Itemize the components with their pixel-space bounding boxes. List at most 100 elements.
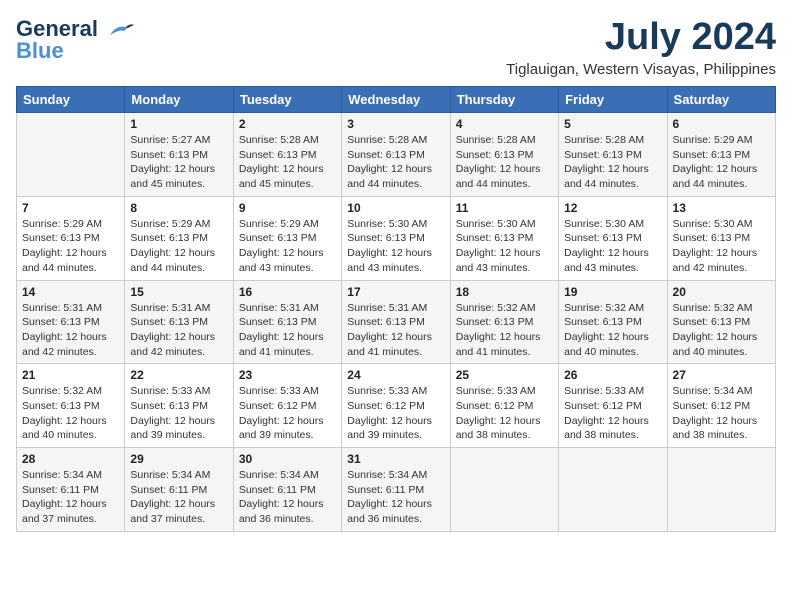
column-header-saturday: Saturday bbox=[667, 87, 775, 113]
day-number: 20 bbox=[673, 285, 770, 299]
calendar-cell bbox=[667, 448, 775, 532]
day-info: Sunrise: 5:34 AM Sunset: 6:11 PM Dayligh… bbox=[239, 468, 336, 527]
day-info: Sunrise: 5:27 AM Sunset: 6:13 PM Dayligh… bbox=[130, 133, 227, 192]
day-number: 3 bbox=[347, 117, 444, 131]
day-number: 29 bbox=[130, 452, 227, 466]
day-number: 27 bbox=[673, 368, 770, 382]
calendar-cell: 3 Sunrise: 5:28 AM Sunset: 6:13 PM Daylig… bbox=[342, 113, 450, 197]
day-number: 21 bbox=[22, 368, 119, 382]
day-info: Sunrise: 5:28 AM Sunset: 6:13 PM Dayligh… bbox=[564, 133, 661, 192]
column-header-monday: Monday bbox=[125, 87, 233, 113]
calendar-table: SundayMondayTuesdayWednesdayThursdayFrid… bbox=[16, 86, 776, 532]
day-number: 25 bbox=[456, 368, 553, 382]
calendar-week-row: 28 Sunrise: 5:34 AM Sunset: 6:11 PM Dayli… bbox=[17, 448, 776, 532]
day-info: Sunrise: 5:33 AM Sunset: 6:12 PM Dayligh… bbox=[347, 384, 444, 443]
day-info: Sunrise: 5:33 AM Sunset: 6:13 PM Dayligh… bbox=[130, 384, 227, 443]
day-number: 5 bbox=[564, 117, 661, 131]
day-number: 31 bbox=[347, 452, 444, 466]
day-info: Sunrise: 5:30 AM Sunset: 6:13 PM Dayligh… bbox=[673, 217, 770, 276]
day-number: 4 bbox=[456, 117, 553, 131]
calendar-cell bbox=[559, 448, 667, 532]
calendar-cell: 12Sunrise: 5:30 AM Sunset: 6:13 PM Dayli… bbox=[559, 196, 667, 280]
day-number: 13 bbox=[673, 201, 770, 215]
day-number: 10 bbox=[347, 201, 444, 215]
day-info: Sunrise: 5:28 AM Sunset: 6:13 PM Dayligh… bbox=[239, 133, 336, 192]
month-title: July 2024 bbox=[506, 16, 776, 59]
logo: General Blue bbox=[16, 16, 134, 64]
calendar-cell: 24 Sunrise: 5:33 AM Sunset: 6:12 PM Dayli… bbox=[342, 364, 450, 448]
calendar-cell: 6 Sunrise: 5:29 AM Sunset: 6:13 PM Daylig… bbox=[667, 113, 775, 197]
day-number: 19 bbox=[564, 285, 661, 299]
logo-subtext: Blue bbox=[16, 38, 64, 64]
day-info: Sunrise: 5:28 AM Sunset: 6:13 PM Dayligh… bbox=[347, 133, 444, 192]
calendar-cell: 8 Sunrise: 5:29 AM Sunset: 6:13 PM Daylig… bbox=[125, 196, 233, 280]
calendar-week-row: 14 Sunrise: 5:31 AM Sunset: 6:13 PM Dayli… bbox=[17, 280, 776, 364]
day-number: 26 bbox=[564, 368, 661, 382]
day-info: Sunrise: 5:29 AM Sunset: 6:13 PM Dayligh… bbox=[130, 217, 227, 276]
calendar-cell: 5 Sunrise: 5:28 AM Sunset: 6:13 PM Daylig… bbox=[559, 113, 667, 197]
day-info: Sunrise: 5:30 AM Sunset: 6:13 PM Dayligh… bbox=[564, 217, 661, 276]
calendar-cell: 25 Sunrise: 5:33 AM Sunset: 6:12 PM Dayli… bbox=[450, 364, 558, 448]
calendar-cell: 9Sunrise: 5:29 AM Sunset: 6:13 PM Daylig… bbox=[233, 196, 341, 280]
day-number: 17 bbox=[347, 285, 444, 299]
day-number: 8 bbox=[130, 201, 227, 215]
calendar-week-row: 21 Sunrise: 5:32 AM Sunset: 6:13 PM Dayli… bbox=[17, 364, 776, 448]
calendar-cell: 2 Sunrise: 5:28 AM Sunset: 6:13 PM Daylig… bbox=[233, 113, 341, 197]
day-info: Sunrise: 5:34 AM Sunset: 6:12 PM Dayligh… bbox=[673, 384, 770, 443]
day-info: Sunrise: 5:32 AM Sunset: 6:13 PM Dayligh… bbox=[673, 301, 770, 360]
day-info: Sunrise: 5:32 AM Sunset: 6:13 PM Dayligh… bbox=[564, 301, 661, 360]
calendar-cell: 21 Sunrise: 5:32 AM Sunset: 6:13 PM Dayli… bbox=[17, 364, 125, 448]
calendar-cell: 13 Sunrise: 5:30 AM Sunset: 6:13 PM Dayli… bbox=[667, 196, 775, 280]
day-number: 14 bbox=[22, 285, 119, 299]
day-info: Sunrise: 5:30 AM Sunset: 6:13 PM Dayligh… bbox=[456, 217, 553, 276]
location-title: Tiglauigan, Western Visayas, Philippines bbox=[506, 61, 776, 78]
calendar-cell: 19 Sunrise: 5:32 AM Sunset: 6:13 PM Dayli… bbox=[559, 280, 667, 364]
calendar-cell: 17 Sunrise: 5:31 AM Sunset: 6:13 PM Dayli… bbox=[342, 280, 450, 364]
day-info: Sunrise: 5:28 AM Sunset: 6:13 PM Dayligh… bbox=[456, 133, 553, 192]
day-info: Sunrise: 5:33 AM Sunset: 6:12 PM Dayligh… bbox=[456, 384, 553, 443]
page-header: General Blue July 2024 Tiglauigan, Weste… bbox=[16, 16, 776, 78]
day-info: Sunrise: 5:32 AM Sunset: 6:13 PM Dayligh… bbox=[22, 384, 119, 443]
day-number: 2 bbox=[239, 117, 336, 131]
day-number: 22 bbox=[130, 368, 227, 382]
day-number: 1 bbox=[130, 117, 227, 131]
day-info: Sunrise: 5:29 AM Sunset: 6:13 PM Dayligh… bbox=[673, 133, 770, 192]
column-header-friday: Friday bbox=[559, 87, 667, 113]
calendar-cell: 27 Sunrise: 5:34 AM Sunset: 6:12 PM Dayli… bbox=[667, 364, 775, 448]
day-number: 6 bbox=[673, 117, 770, 131]
day-info: Sunrise: 5:31 AM Sunset: 6:13 PM Dayligh… bbox=[130, 301, 227, 360]
calendar-cell: 30 Sunrise: 5:34 AM Sunset: 6:11 PM Dayli… bbox=[233, 448, 341, 532]
calendar-cell: 31 Sunrise: 5:34 AM Sunset: 6:11 PM Dayli… bbox=[342, 448, 450, 532]
day-info: Sunrise: 5:31 AM Sunset: 6:13 PM Dayligh… bbox=[22, 301, 119, 360]
calendar-cell: 1 Sunrise: 5:27 AM Sunset: 6:13 PM Daylig… bbox=[125, 113, 233, 197]
title-area: July 2024 Tiglauigan, Western Visayas, P… bbox=[506, 16, 776, 78]
day-info: Sunrise: 5:32 AM Sunset: 6:13 PM Dayligh… bbox=[456, 301, 553, 360]
day-number: 23 bbox=[239, 368, 336, 382]
calendar-cell: 14 Sunrise: 5:31 AM Sunset: 6:13 PM Dayli… bbox=[17, 280, 125, 364]
day-info: Sunrise: 5:33 AM Sunset: 6:12 PM Dayligh… bbox=[564, 384, 661, 443]
calendar-cell: 4 Sunrise: 5:28 AM Sunset: 6:13 PM Daylig… bbox=[450, 113, 558, 197]
logo-bird-icon bbox=[106, 21, 134, 39]
calendar-cell: 18Sunrise: 5:32 AM Sunset: 6:13 PM Dayli… bbox=[450, 280, 558, 364]
day-number: 11 bbox=[456, 201, 553, 215]
column-header-tuesday: Tuesday bbox=[233, 87, 341, 113]
calendar-cell: 29 Sunrise: 5:34 AM Sunset: 6:11 PM Dayli… bbox=[125, 448, 233, 532]
calendar-cell: 20 Sunrise: 5:32 AM Sunset: 6:13 PM Dayli… bbox=[667, 280, 775, 364]
day-number: 15 bbox=[130, 285, 227, 299]
day-info: Sunrise: 5:34 AM Sunset: 6:11 PM Dayligh… bbox=[347, 468, 444, 527]
calendar-cell: 15 Sunrise: 5:31 AM Sunset: 6:13 PM Dayli… bbox=[125, 280, 233, 364]
day-info: Sunrise: 5:31 AM Sunset: 6:13 PM Dayligh… bbox=[239, 301, 336, 360]
calendar-cell: 23Sunrise: 5:33 AM Sunset: 6:12 PM Dayli… bbox=[233, 364, 341, 448]
calendar-cell: 7Sunrise: 5:29 AM Sunset: 6:13 PM Daylig… bbox=[17, 196, 125, 280]
calendar-cell: 26 Sunrise: 5:33 AM Sunset: 6:12 PM Dayli… bbox=[559, 364, 667, 448]
column-header-sunday: Sunday bbox=[17, 87, 125, 113]
calendar-cell bbox=[17, 113, 125, 197]
column-header-thursday: Thursday bbox=[450, 87, 558, 113]
day-info: Sunrise: 5:34 AM Sunset: 6:11 PM Dayligh… bbox=[130, 468, 227, 527]
day-number: 28 bbox=[22, 452, 119, 466]
day-number: 24 bbox=[347, 368, 444, 382]
day-number: 30 bbox=[239, 452, 336, 466]
day-number: 7 bbox=[22, 201, 119, 215]
day-info: Sunrise: 5:31 AM Sunset: 6:13 PM Dayligh… bbox=[347, 301, 444, 360]
column-header-wednesday: Wednesday bbox=[342, 87, 450, 113]
